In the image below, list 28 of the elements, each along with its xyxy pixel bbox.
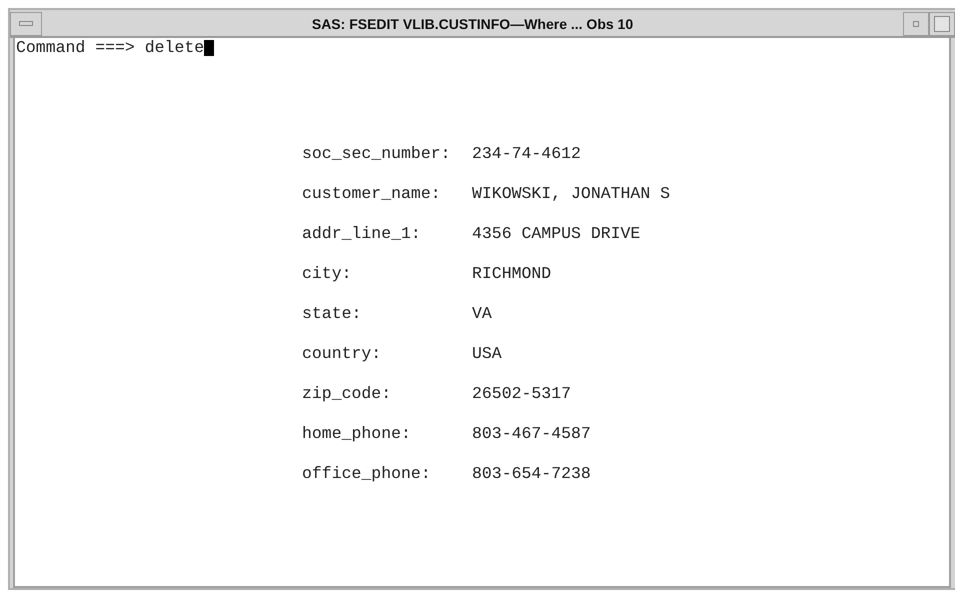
field-value[interactable]: USA xyxy=(472,343,949,364)
command-prompt: Command ===> xyxy=(16,38,135,58)
field-label: office_phone: xyxy=(302,463,432,484)
field-value[interactable]: WIKOWSKI, JONATHAN S xyxy=(472,183,949,204)
field-value[interactable]: 803-654-7238 xyxy=(472,463,949,484)
field-value[interactable]: 234-74-4612 xyxy=(472,143,949,164)
bar-icon xyxy=(19,21,33,27)
field-label: state: xyxy=(302,303,362,324)
field-value[interactable]: 26502-5317 xyxy=(472,383,949,404)
field-value[interactable]: 4356 CAMPUS DRIVE xyxy=(472,223,949,244)
maximize-button[interactable] xyxy=(929,12,955,36)
field-label: city: xyxy=(302,263,353,284)
field-label: soc_sec_number: xyxy=(302,143,452,164)
text-cursor xyxy=(204,40,214,56)
field-value[interactable]: 803-467-4587 xyxy=(472,423,949,444)
field-label: zip_code: xyxy=(302,383,392,404)
field-value[interactable]: VA xyxy=(472,303,949,324)
field-label: addr_line_1: xyxy=(302,223,422,244)
command-input[interactable]: delete xyxy=(144,38,204,58)
field-label: home_phone: xyxy=(302,423,412,444)
field-label: customer_name: xyxy=(302,183,442,204)
minimize-button[interactable] xyxy=(903,12,929,36)
window-title: SAS: FSEDIT VLIB.CUSTINFO—Where ... Obs 10 xyxy=(310,15,634,34)
square-icon xyxy=(934,16,950,32)
field-label: country: xyxy=(302,343,382,364)
window-menu-button[interactable] xyxy=(10,12,42,36)
field-value[interactable]: RICHMOND xyxy=(472,263,949,284)
square-icon xyxy=(913,21,919,27)
